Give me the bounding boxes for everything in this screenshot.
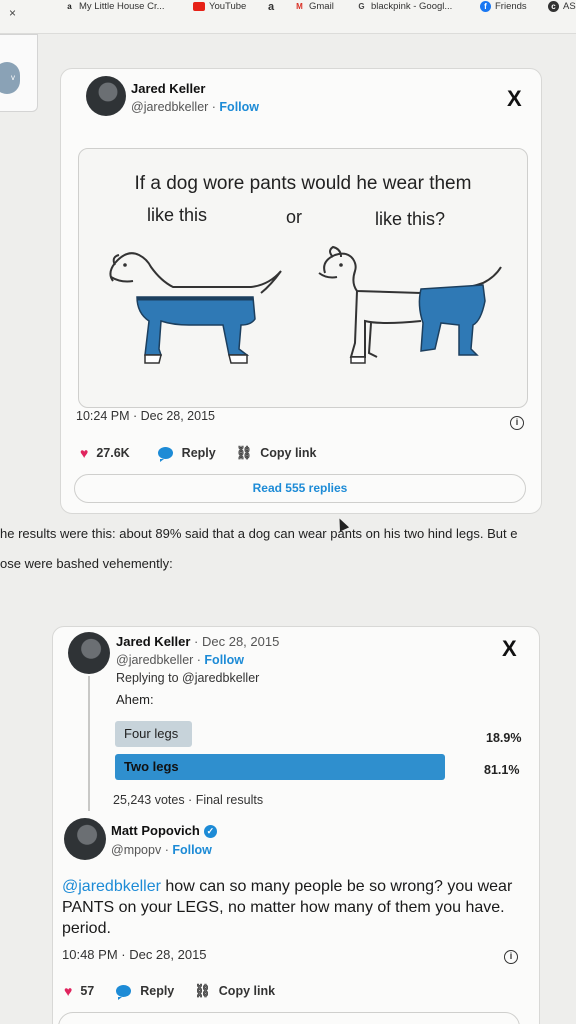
tweet-timestamp[interactable]: 10:24 PM · Dec 28, 2015 [76, 409, 215, 423]
follow-link[interactable]: Follow [172, 843, 212, 857]
follow-link[interactable]: Follow [219, 100, 259, 114]
reply-label: Reply [140, 984, 175, 998]
circle-icon: c [548, 1, 559, 12]
copy-link-label: Copy link [218, 984, 276, 998]
reply-text: @jaredbkeller how can so many people be … [62, 876, 522, 939]
poll-percent-two-legs: 81.1% [484, 763, 520, 777]
thread-connector [88, 676, 90, 811]
facebook-icon: f [480, 1, 491, 12]
x-logo-icon[interactable]: X [507, 86, 522, 112]
bookmark-gmail[interactable]: M Gmail [294, 1, 334, 12]
bookmark-amazon[interactable]: a [268, 1, 274, 13]
reply-button[interactable]: Reply [116, 984, 175, 1000]
bookmark-google-search[interactable]: G blackpink - Googl... [356, 1, 452, 12]
like-count: 57 [80, 984, 95, 998]
follow-link[interactable]: Follow [204, 653, 244, 667]
tweet-actions: ♥ 27.6K Reply ⛓ Copy link [80, 445, 317, 462]
dog-two-legs-illustration [318, 245, 502, 364]
author-handle[interactable]: @jaredbkeller [131, 100, 208, 114]
bookmark-youtube[interactable]: YouTube [193, 1, 246, 12]
author-handle-line: @jaredbkeller · Follow [131, 100, 259, 114]
bookmark-label: blackpink - Googl... [371, 1, 453, 12]
info-icon[interactable]: i [510, 416, 524, 430]
poll-option-two-legs: Two legs [115, 754, 445, 780]
author-handle-line: @jaredbkeller · Follow [116, 653, 244, 667]
link-icon: ⛓ [235, 445, 253, 460]
image-caption-right: like this? [375, 209, 446, 229]
separator: · [161, 843, 173, 857]
like-button[interactable]: ♥ 27.6K [80, 445, 130, 461]
bookmarks-bar: × a My Little House Cr... YouTube a M Gm… [0, 0, 576, 34]
replying-to[interactable]: Replying to @jaredbkeller [116, 671, 259, 685]
bookmark-label: Gmail [309, 1, 334, 12]
copy-link-label: Copy link [260, 446, 317, 460]
mention-link[interactable]: @jaredbkeller [62, 878, 161, 895]
dog-four-legs-illustration [109, 252, 282, 364]
author-name[interactable]: Jared Keller [116, 634, 190, 649]
author-handle[interactable]: @jaredbkeller [116, 653, 193, 667]
poll-option-label: Four legs [124, 726, 179, 741]
read-replies-button[interactable]: Read 555 replies [74, 474, 526, 503]
bookmark-label: My Little House Cr... [79, 1, 165, 12]
copy-link-button[interactable]: ⛓ Copy link [194, 983, 275, 999]
poll-option-label: Two legs [124, 759, 179, 774]
bookmark-label: Friends [495, 1, 527, 12]
bookmark-label: YouTube [209, 1, 247, 12]
close-icon[interactable]: × [9, 6, 16, 20]
avatar[interactable] [86, 76, 126, 116]
bookmark-label: AS [563, 1, 576, 12]
x-logo-icon[interactable]: X [502, 636, 517, 662]
author-name[interactable]: Matt Popovich [111, 823, 200, 838]
image-caption-left: like this [147, 205, 208, 225]
author-handle[interactable]: @mpopv [111, 843, 161, 857]
image-title: If a dog wore pants would he wear them [134, 173, 472, 194]
tweet-image[interactable]: If a dog wore pants would he wear them l… [78, 148, 528, 408]
poll-percent-four-legs: 18.9% [486, 731, 522, 745]
like-button[interactable]: ♥ 57 [64, 983, 94, 999]
link-icon: ⛓ [194, 983, 211, 998]
article-paragraph-line-2: ose were bashed vehemently: [0, 556, 173, 571]
separator: · [208, 100, 220, 114]
poll-votes: 25,243 votes · Final results [113, 793, 264, 807]
tweet-date[interactable]: · Dec 28, 2015 [190, 634, 279, 649]
youtube-icon [193, 2, 205, 11]
reply-label: Reply [181, 446, 216, 460]
heart-icon: ♥ [80, 445, 89, 461]
google-icon: G [358, 2, 365, 11]
avatar[interactable] [68, 632, 110, 674]
separator: · [193, 653, 205, 667]
bookmark-as[interactable]: c AS [548, 1, 576, 12]
amazon-icon: a [67, 2, 72, 11]
bookmark-facebook-friends[interactable]: f Friends [480, 1, 527, 12]
reply-bubble-icon [116, 985, 132, 1000]
tweet-text: Ahem: [116, 692, 154, 707]
tweet-actions: ♥ 57 Reply ⛓ Copy link [64, 983, 275, 1000]
amazon-icon: a [268, 1, 275, 13]
verified-badge-icon: ✓ [203, 825, 217, 838]
gmail-icon: M [296, 2, 303, 11]
author-name[interactable]: Jared Keller [131, 81, 205, 96]
author-name-line: Jared Keller · Dec 28, 2015 [116, 634, 279, 649]
reply-button[interactable]: Reply [157, 446, 216, 462]
copy-link-button[interactable]: ⛓ Copy link [236, 445, 317, 461]
image-caption-or: or [286, 207, 303, 227]
author-name-line: Matt Popovich ✓ [111, 823, 217, 838]
info-icon[interactable]: i [504, 950, 518, 964]
avatar[interactable] [64, 818, 106, 860]
tweet-timestamp[interactable]: 10:48 PM · Dec 28, 2015 [62, 947, 207, 962]
side-panel-toggle[interactable]: v [0, 62, 20, 94]
heart-icon: ♥ [64, 983, 73, 999]
author-handle-line: @mpopv · Follow [111, 843, 212, 857]
read-replies-button[interactable] [58, 1012, 520, 1024]
poll-option-four-legs: Four legs [115, 721, 192, 747]
bookmark-my-little-house[interactable]: a My Little House Cr... [64, 1, 165, 12]
article-paragraph-line-1: he results were this: about 89% said tha… [0, 526, 518, 541]
like-count: 27.6K [96, 446, 130, 460]
reply-bubble-icon [157, 447, 173, 462]
